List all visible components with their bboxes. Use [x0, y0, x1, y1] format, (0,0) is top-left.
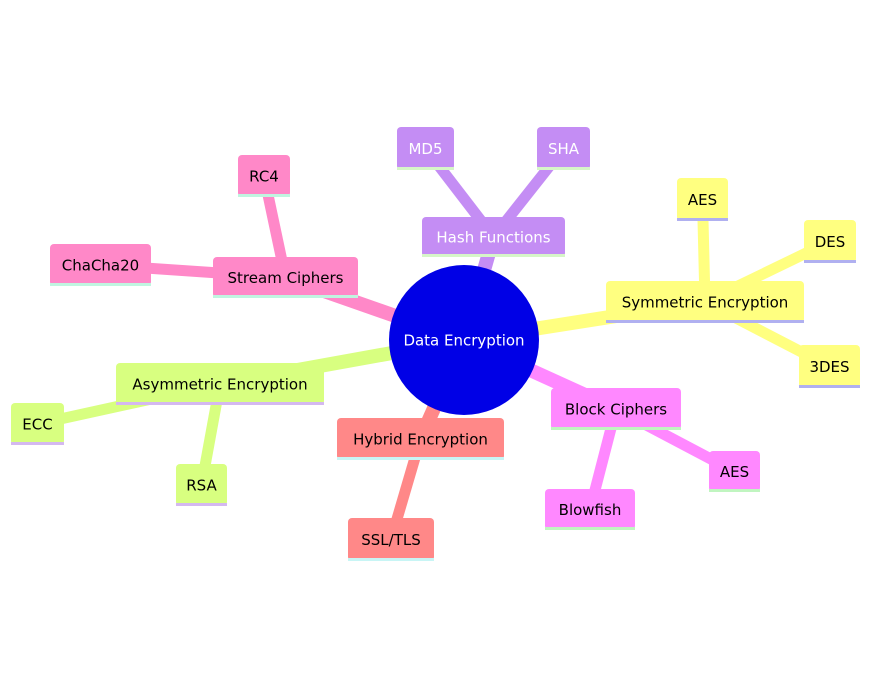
leaf-node-block-ciphers-blowfish-underline [545, 527, 635, 530]
leaf-node-symmetric-encryption-3des[interactable]: 3DES [799, 345, 860, 388]
leaf-node-symmetric-encryption-3des-underline [799, 385, 860, 388]
leaf-node-asymmetric-encryption-ecc[interactable]: ECC [11, 403, 64, 445]
leaf-node-stream-ciphers-chacha20-underline [50, 283, 151, 286]
leaf-node-hash-functions-md5-underline [397, 167, 454, 170]
leaf-node-asymmetric-encryption-rsa-label: RSA [186, 477, 217, 495]
leaf-node-asymmetric-encryption-rsa-underline [176, 503, 227, 506]
leaf-node-asymmetric-encryption-ecc-underline [11, 442, 64, 445]
leaf-node-hybrid-encryption-ssl-tls[interactable]: SSL/TLS [348, 518, 434, 561]
leaf-node-hash-functions-sha-underline [537, 167, 590, 170]
leaf-node-hash-functions-sha[interactable]: SHA [537, 127, 590, 170]
branch-node-hash-functions-label: Hash Functions [436, 229, 550, 247]
branch-node-symmetric-encryption[interactable]: Symmetric Encryption [606, 281, 804, 323]
leaf-node-hash-functions-md5[interactable]: MD5 [397, 127, 454, 170]
leaf-node-symmetric-encryption-aes[interactable]: AES [677, 178, 728, 221]
leaf-node-hash-functions-md5-label: MD5 [408, 140, 442, 158]
leaf-node-symmetric-encryption-des-label: DES [815, 233, 846, 251]
leaf-node-symmetric-encryption-des[interactable]: DES [804, 220, 856, 263]
leaf-node-symmetric-encryption-aes-label: AES [688, 191, 717, 209]
branch-node-asymmetric-encryption-underline [116, 402, 324, 405]
leaf-node-stream-ciphers-chacha20[interactable]: ChaCha20 [50, 244, 151, 286]
leaf-node-block-ciphers-aes[interactable]: AES [709, 451, 760, 492]
leaf-node-asymmetric-encryption-rsa[interactable]: RSA [176, 464, 227, 506]
leaf-node-symmetric-encryption-aes-underline [677, 218, 728, 221]
leaf-node-block-ciphers-blowfish-label: Blowfish [559, 501, 622, 519]
leaf-node-asymmetric-encryption-ecc-label: ECC [22, 416, 52, 434]
leaf-node-block-ciphers-blowfish[interactable]: Blowfish [545, 489, 635, 530]
branch-node-block-ciphers-underline [551, 427, 681, 430]
branch-node-hash-functions-underline [422, 254, 565, 257]
leaf-node-hash-functions-sha-label: SHA [548, 140, 580, 158]
branch-node-symmetric-encryption-label: Symmetric Encryption [622, 294, 789, 312]
leaf-node-block-ciphers-aes-label: AES [720, 463, 749, 481]
nodes-layer: Hash Functions MD5 SHA Symmetric Encryption… [11, 127, 860, 561]
branch-node-asymmetric-encryption-label: Asymmetric Encryption [132, 376, 307, 394]
branch-node-hash-functions[interactable]: Hash Functions [422, 217, 565, 257]
leaf-node-stream-ciphers-rc4-label: RC4 [249, 168, 279, 186]
root-node[interactable]: Data Encryption [389, 265, 539, 415]
branch-node-block-ciphers-label: Block Ciphers [565, 401, 667, 419]
mindmap-canvas: Hash Functions MD5 SHA Symmetric Encryption… [11, 127, 860, 561]
leaf-node-hybrid-encryption-ssl-tls-label: SSL/TLS [361, 531, 421, 549]
leaf-node-symmetric-encryption-3des-label: 3DES [809, 358, 849, 376]
leaf-node-stream-ciphers-chacha20-label: ChaCha20 [62, 257, 139, 275]
branch-node-hybrid-encryption-label: Hybrid Encryption [353, 431, 488, 449]
leaf-node-symmetric-encryption-des-underline [804, 260, 856, 263]
leaf-node-hybrid-encryption-ssl-tls-underline [348, 558, 434, 561]
leaf-node-stream-ciphers-rc4-underline [238, 194, 290, 197]
leaf-node-stream-ciphers-rc4[interactable]: RC4 [238, 155, 290, 197]
root-label: Data Encryption [403, 332, 524, 350]
branch-node-symmetric-encryption-underline [606, 320, 804, 323]
branch-node-hybrid-encryption[interactable]: Hybrid Encryption [337, 418, 504, 460]
leaf-node-block-ciphers-aes-underline [709, 489, 760, 492]
branch-node-stream-ciphers-label: Stream Ciphers [228, 269, 344, 287]
branch-node-asymmetric-encryption[interactable]: Asymmetric Encryption [116, 363, 324, 405]
branch-node-hybrid-encryption-underline [337, 457, 504, 460]
branch-node-stream-ciphers[interactable]: Stream Ciphers [213, 257, 358, 298]
branch-node-stream-ciphers-underline [213, 295, 358, 298]
branch-node-block-ciphers[interactable]: Block Ciphers [551, 388, 681, 430]
